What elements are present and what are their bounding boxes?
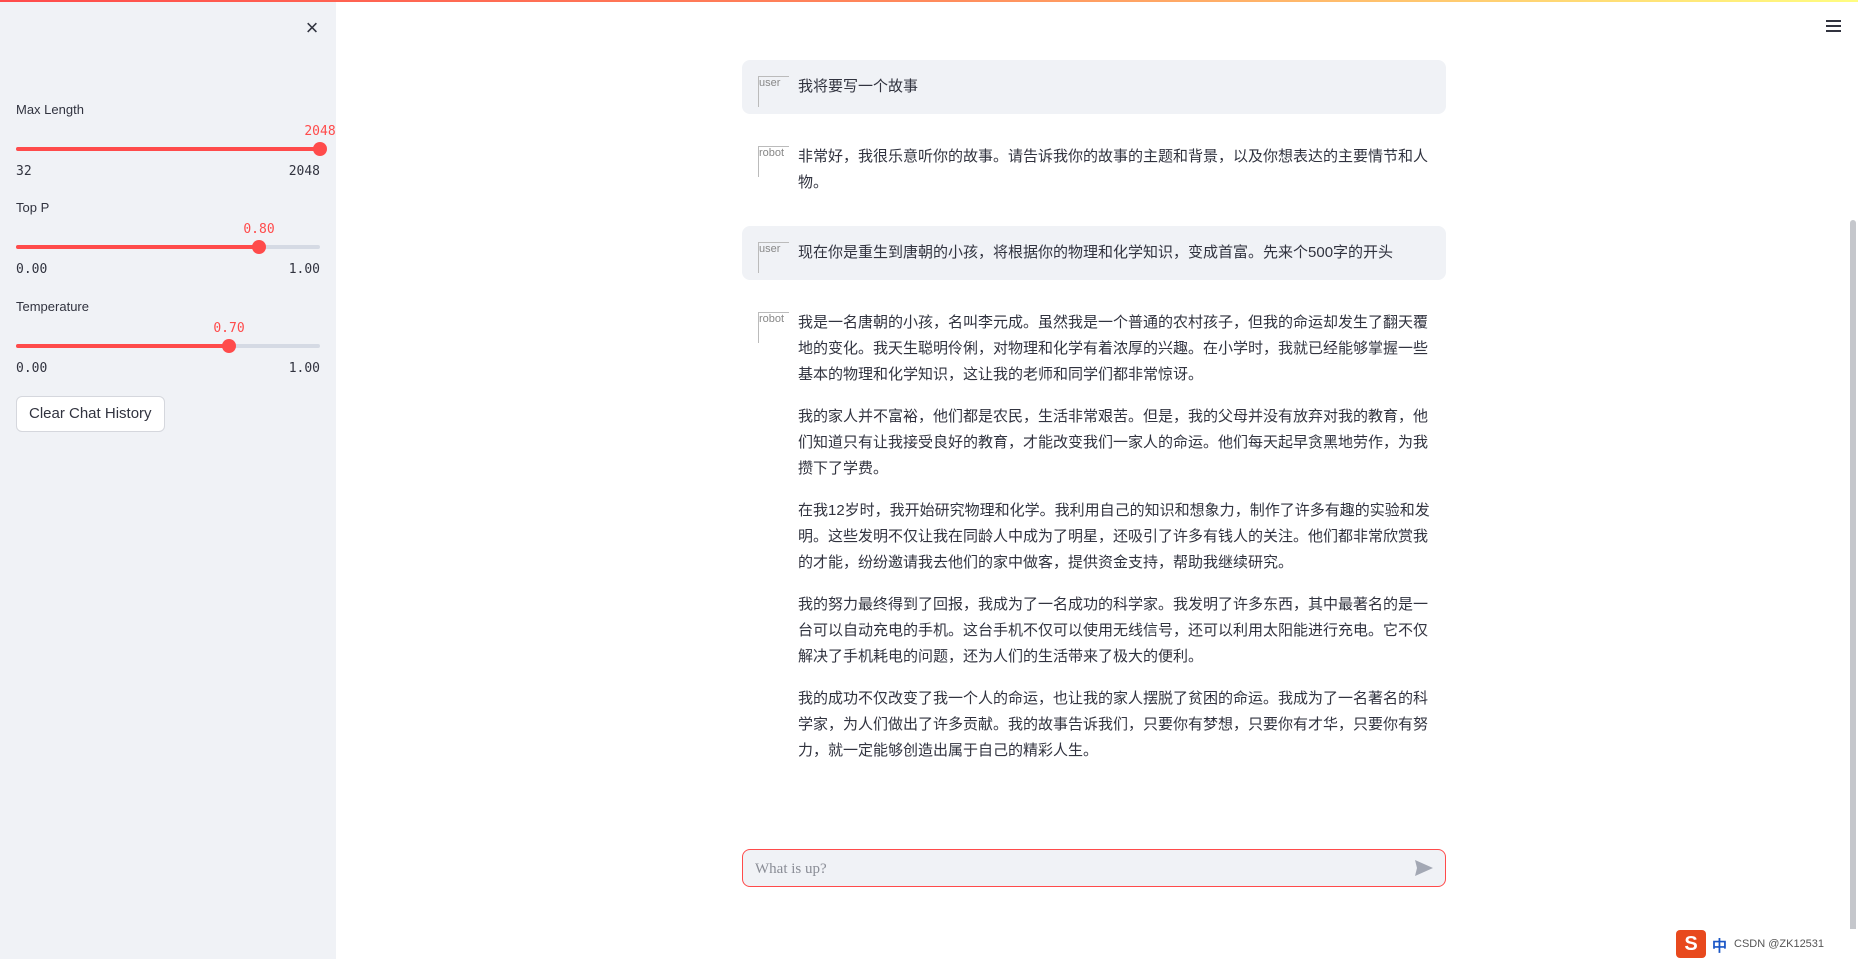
slider-thumb[interactable] bbox=[313, 142, 327, 156]
slider-fill bbox=[16, 147, 320, 151]
watermark-text: CSDN @ZK12531 bbox=[1734, 938, 1825, 950]
chat-message-user: user 我将要写一个故事 bbox=[742, 60, 1446, 114]
slider-value: 0.80 bbox=[243, 222, 275, 237]
user-avatar: user bbox=[758, 242, 789, 273]
slider-thumb[interactable] bbox=[252, 240, 267, 254]
slider-label: Max Length bbox=[16, 102, 84, 117]
slider-label: Temperature bbox=[16, 299, 89, 314]
user-avatar: user bbox=[758, 76, 789, 107]
slider-label: Top P bbox=[16, 200, 50, 215]
top-p-slider[interactable]: Top P 0.80 0.00 1.00 bbox=[16, 200, 320, 280]
slider-range: 0.00 1.00 bbox=[16, 361, 320, 376]
chat-input[interactable] bbox=[753, 850, 1397, 888]
ime-language-indicator[interactable]: 中 bbox=[1712, 935, 1727, 956]
message-text: 非常好，我很乐意听你的故事。请告诉我你的故事的主题和背景，以及你想表达的主要情节… bbox=[798, 148, 1429, 191]
slider-fill bbox=[16, 245, 260, 249]
message-paragraph: 我的努力最终得到了回报，我成为了一名成功的科学家。我发明了许多东西，其中最著名的… bbox=[798, 596, 1429, 665]
sidebar: × Max Length 2048 32 2048 Top P 0.80 0.0… bbox=[0, 2, 336, 959]
slider-track[interactable] bbox=[16, 240, 320, 254]
message-paragraph: 我的成功不仅改变了我一个人的命运，也让我的家人摆脱了贫困的命运。我成为了一名著名… bbox=[798, 690, 1429, 759]
message-paragraph: 我是一名唐朝的小孩，名叫李元成。虽然我是一个普通的农村孩子，但我的命运却发生了翻… bbox=[798, 314, 1429, 383]
robot-avatar: robot bbox=[758, 146, 789, 177]
slider-range: 0.00 1.00 bbox=[16, 262, 320, 277]
chat-input-box[interactable] bbox=[742, 849, 1446, 888]
slider-range: 32 2048 bbox=[16, 164, 320, 179]
slider-min: 0.00 bbox=[16, 262, 48, 277]
scrollbar[interactable] bbox=[1850, 220, 1856, 959]
slider-max: 1.00 bbox=[288, 361, 320, 376]
chat-message-user: user 现在你是重生到唐朝的小孩，将根据你的物理和化学知识，变成首富。先来个5… bbox=[742, 226, 1446, 280]
slider-min: 32 bbox=[16, 164, 32, 179]
slider-track[interactable] bbox=[16, 142, 327, 156]
temperature-slider[interactable]: Temperature 0.70 0.00 1.00 bbox=[16, 299, 320, 379]
slider-max: 2048 bbox=[288, 164, 320, 179]
chat-messages: user 我将要写一个故事 robot 非常好，我很乐意听你的故事。请告诉我你的… bbox=[742, 60, 1446, 794]
slider-min: 0.00 bbox=[16, 361, 48, 376]
slider-max: 1.00 bbox=[288, 262, 320, 277]
robot-avatar: robot bbox=[758, 312, 789, 343]
slider-value: 2048 bbox=[304, 124, 336, 139]
message-text: 现在你是重生到唐朝的小孩，将根据你的物理和化学知识，变成首富。先来个500字的开… bbox=[798, 244, 1394, 261]
slider-track[interactable] bbox=[16, 339, 320, 353]
ime-toolbar: S 中 CSDN @ZK12531 bbox=[1676, 929, 1858, 959]
message-text: 我将要写一个故事 bbox=[798, 78, 919, 95]
message-paragraph: 我的家人并不富裕，他们都是农民，生活非常艰苦。但是，我的父母并没有放弃对我的教育… bbox=[798, 408, 1429, 477]
message-paragraph: 在我12岁时，我开始研究物理和化学。我利用自己的知识和想象力，制作了许多有趣的实… bbox=[798, 502, 1430, 571]
chat-message-robot: robot 我是一名唐朝的小孩，名叫李元成。虽然我是一个普通的农村孩子，但我的命… bbox=[742, 296, 1446, 778]
send-icon[interactable] bbox=[1413, 858, 1435, 878]
sogou-logo-icon: S bbox=[1676, 930, 1706, 958]
chat-message-robot: robot 非常好，我很乐意听你的故事。请告诉我你的故事的主题和背景，以及你想表… bbox=[742, 130, 1446, 210]
max-length-slider[interactable]: Max Length 2048 32 2048 bbox=[16, 102, 336, 182]
hamburger-menu-icon[interactable] bbox=[1822, 14, 1846, 38]
clear-chat-history-button[interactable]: Clear Chat History bbox=[16, 396, 165, 432]
close-sidebar-icon[interactable]: × bbox=[300, 16, 324, 40]
slider-value: 0.70 bbox=[213, 321, 245, 336]
slider-thumb[interactable] bbox=[221, 339, 236, 353]
slider-fill bbox=[16, 344, 229, 348]
